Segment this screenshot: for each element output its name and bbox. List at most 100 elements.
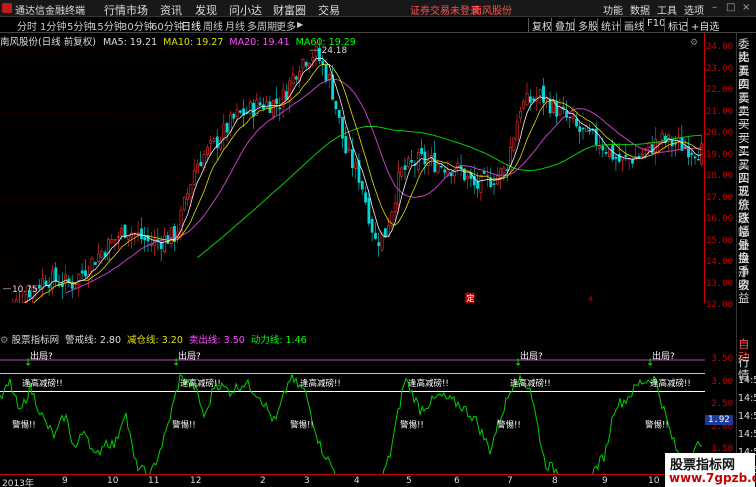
candle-body bbox=[598, 146, 601, 149]
indicator-gear-icon[interactable]: ⚙ bbox=[0, 335, 9, 346]
menu-item-data[interactable]: 数据 bbox=[630, 2, 650, 17]
indicator-info-bar: ⚙ 股票指标网 警戒线: 2.80 减仓线: 3.20 卖出线: 3.50 动力… bbox=[0, 332, 307, 346]
candle-body bbox=[377, 242, 381, 247]
time-tick: 2 bbox=[260, 476, 266, 486]
stock-link[interactable]: 南风股份 bbox=[472, 2, 512, 17]
candle-body bbox=[697, 158, 700, 161]
overlay-button[interactable]: 叠加 bbox=[551, 18, 575, 33]
period-monthly[interactable]: 月线 bbox=[225, 18, 245, 33]
chevron-right-icon[interactable]: ▶ bbox=[297, 20, 303, 29]
candle-body bbox=[163, 235, 166, 252]
sidebar-item[interactable]: 收益 bbox=[738, 279, 756, 305]
minimize-icon[interactable]: – bbox=[712, 2, 717, 13]
reduce-signal-label: 逢高减磅!! bbox=[408, 378, 449, 389]
statistics-button[interactable]: 统计 bbox=[597, 18, 621, 33]
period-multi[interactable]: 多周期 bbox=[247, 18, 277, 33]
f10-button[interactable]: F10 bbox=[643, 18, 665, 32]
sidebar-item[interactable]: 14:5 bbox=[738, 392, 756, 405]
close-icon[interactable]: × bbox=[742, 2, 750, 13]
event-marker-1-text: 定 bbox=[466, 293, 474, 303]
period-daily[interactable]: 日线 bbox=[181, 18, 201, 33]
period-30min[interactable]: 30分钟 bbox=[121, 18, 154, 33]
menu-item-trade[interactable]: 交易 bbox=[318, 2, 340, 18]
candle-body bbox=[169, 227, 173, 244]
menu-item-ask[interactable]: 问小达 bbox=[229, 2, 262, 18]
candle-body bbox=[617, 153, 621, 162]
period-5min[interactable]: 5分钟 bbox=[67, 18, 93, 33]
warning-signal-label: 警惕!! bbox=[497, 420, 521, 431]
price-tick: 24.00 bbox=[705, 42, 733, 52]
candle-body bbox=[439, 166, 443, 168]
multi-stock-button[interactable]: 多股 bbox=[574, 18, 598, 33]
sidebar-item[interactable]: 14:5 bbox=[738, 428, 756, 441]
menu-item-tools[interactable]: 工具 bbox=[657, 2, 677, 17]
candle-body bbox=[182, 196, 186, 210]
candle-body bbox=[608, 148, 611, 157]
candle-body bbox=[400, 167, 404, 177]
warning-signal-label: 警惕!! bbox=[645, 420, 669, 431]
menu-item-market[interactable]: 市场 bbox=[126, 2, 148, 18]
time-axis: 2013年9101112234567891011 bbox=[0, 474, 705, 487]
ma10-label: MA10: 19.27 bbox=[163, 37, 224, 48]
ma60-label: MA60: 19.29 bbox=[295, 37, 356, 48]
sidebar-item[interactable]: 14:5 bbox=[738, 410, 756, 423]
period-1min[interactable]: 1分钟 bbox=[40, 18, 66, 33]
candle-body bbox=[499, 168, 503, 179]
menu-item-discover[interactable]: 发现 bbox=[195, 2, 217, 18]
candle-body bbox=[301, 58, 305, 69]
menu-item-function[interactable]: 功能 bbox=[603, 2, 623, 17]
maximize-icon[interactable]: □ bbox=[726, 2, 735, 13]
period-15min[interactable]: 15分钟 bbox=[91, 18, 124, 33]
menu-item-wealth[interactable]: 财富圈 bbox=[273, 2, 306, 18]
add-favorite-button[interactable]: +自选 bbox=[687, 18, 719, 33]
candle-body bbox=[571, 116, 575, 120]
candle-body bbox=[337, 110, 341, 118]
price-tick: 12.00 bbox=[705, 300, 733, 310]
menu-item-options[interactable]: 选项 bbox=[684, 2, 704, 17]
time-tick: 10 bbox=[648, 476, 660, 486]
indicator-chart[interactable]: 出局?↓出局?↓出局?↓出局?↓逢高减磅!! 逢高减磅!! 逢高减磅!! 逢高减磅!!… bbox=[0, 331, 705, 474]
reduce-signal-label: 逢高减磅!! bbox=[650, 378, 691, 389]
candle-body bbox=[100, 251, 104, 259]
candle-body bbox=[360, 181, 364, 190]
kline-chart[interactable]: 24.18 10.75 定 a ⚙ bbox=[0, 33, 705, 303]
sidebar-item[interactable]: 14:5 bbox=[738, 374, 756, 387]
candle-body bbox=[423, 151, 427, 165]
candle-body bbox=[581, 127, 585, 130]
candle-body bbox=[334, 100, 338, 110]
candle-body bbox=[97, 253, 101, 263]
candle-body bbox=[275, 98, 279, 104]
candle-body bbox=[476, 181, 480, 189]
menu-item-news[interactable]: 资讯 bbox=[160, 2, 182, 18]
candle-body bbox=[667, 134, 671, 142]
period-tick[interactable]: 分时 bbox=[17, 18, 37, 33]
candle-body bbox=[14, 299, 18, 303]
warning-signal-label: 警惕!! bbox=[172, 420, 196, 431]
time-tick: 10 bbox=[107, 476, 119, 486]
login-notice[interactable]: 证券交易未登录 bbox=[410, 2, 480, 17]
draw-button[interactable]: 画线 bbox=[620, 18, 644, 33]
menu-item-quotes[interactable]: 行情 bbox=[104, 2, 126, 18]
candle-body bbox=[225, 123, 229, 133]
candle-body bbox=[453, 171, 456, 177]
mark-button[interactable]: 标记 bbox=[664, 18, 688, 33]
time-tick: 12 bbox=[190, 476, 202, 486]
period-weekly[interactable]: 周线 bbox=[203, 18, 223, 33]
candle-body bbox=[433, 152, 437, 173]
price-tick: 14.00 bbox=[705, 257, 733, 267]
candle-body bbox=[189, 184, 193, 198]
candle-body bbox=[367, 197, 371, 224]
candle-body bbox=[538, 89, 542, 96]
settings-icon[interactable]: ⚙ bbox=[690, 38, 698, 48]
period-more[interactable]: 更多 bbox=[276, 18, 296, 33]
time-tick: 11 bbox=[148, 476, 160, 486]
exit-signal-label: 出局? bbox=[178, 350, 201, 362]
exit-signal-label: 出局? bbox=[30, 350, 53, 362]
candle-body bbox=[107, 239, 110, 260]
candle-body bbox=[528, 96, 532, 103]
app-name: 通达信金融终端 bbox=[15, 6, 85, 17]
adjust-button[interactable]: 复权 bbox=[528, 18, 552, 33]
period-60min[interactable]: 60分钟 bbox=[151, 18, 184, 33]
candle-body bbox=[479, 175, 483, 194]
watermark-url: www.7gpzb.com bbox=[669, 471, 756, 485]
